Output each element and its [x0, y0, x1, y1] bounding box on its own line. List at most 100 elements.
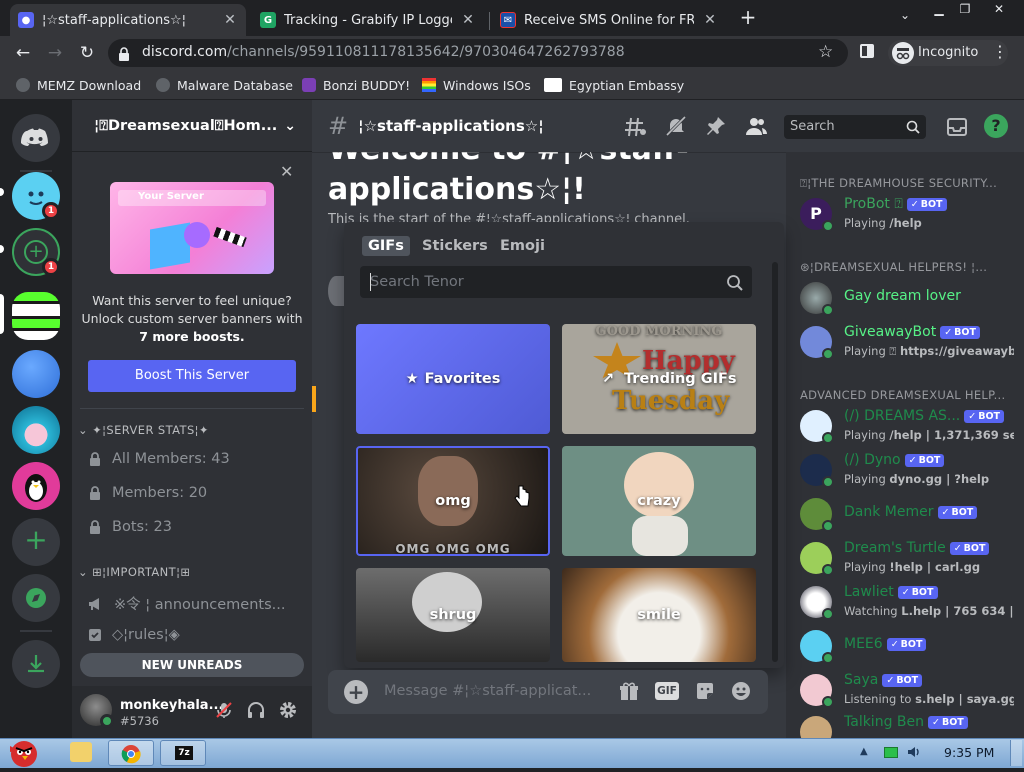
window-close-button[interactable]: ✕: [984, 0, 1014, 20]
notification-muted-icon[interactable]: [664, 114, 688, 138]
category-important[interactable]: ⌄ ⊞¦IMPORTANT¦⊞: [78, 565, 190, 579]
taskbar-7zip-button[interactable]: 7z: [160, 740, 206, 766]
gif-tile-shrug[interactable]: shrug: [356, 568, 550, 662]
upload-plus-button[interactable]: +: [344, 680, 368, 704]
bookmark-star-icon[interactable]: ☆: [818, 42, 833, 62]
server-header[interactable]: ¦⍰Dreamsexual⍰Hom... ⌄: [72, 100, 312, 152]
member-lawliet[interactable]: Lawliet ✓ BOT Watching L.help | 765 634 | …: [800, 582, 1020, 622]
pin-icon[interactable]: [704, 114, 728, 138]
member-giveawaybot[interactable]: GiveawayBot ✓ BOT Playing ⍰ https://giveaw…: [800, 322, 1020, 362]
gif-tile-smile[interactable]: smile: [562, 568, 756, 662]
member-mee6[interactable]: MEE6 ✓ BOT: [800, 626, 1020, 666]
online-status-dot: [822, 696, 834, 708]
tab-stickers[interactable]: Stickers: [416, 236, 494, 256]
kebab-menu-icon[interactable]: ⋮: [992, 42, 1008, 61]
emoji-icon[interactable]: [730, 680, 752, 702]
close-promo-icon[interactable]: ✕: [280, 162, 293, 181]
download-apps-button[interactable]: [12, 640, 60, 688]
gif-tile-favorites[interactable]: ★ Favorites: [356, 324, 550, 434]
close-icon[interactable]: ✕: [702, 12, 718, 28]
new-unreads-pill[interactable]: NEW UNREADS: [80, 653, 304, 677]
close-icon[interactable]: ✕: [460, 12, 476, 28]
category-server-stats[interactable]: ⌄ ✦¦SERVER STATS¦✦: [78, 423, 209, 437]
restore-button[interactable]: ❐: [950, 0, 980, 20]
tile-label: Trending GIFs: [624, 371, 737, 387]
taskbar-chrome-button[interactable]: [108, 740, 154, 766]
member-probot[interactable]: P ProBot ⍰ ✓ BOT Playing /help: [800, 194, 1020, 234]
reload-icon[interactable]: ↻: [74, 41, 100, 65]
server-icon-penguin[interactable]: [12, 462, 60, 510]
show-desktop-button[interactable]: [1010, 740, 1022, 766]
channel-all-members[interactable]: All Members: 43: [88, 451, 230, 467]
gif-button[interactable]: GIF: [655, 682, 679, 700]
bot-label: BOT: [911, 586, 934, 598]
bookmark-label: Malware Database: [177, 77, 293, 93]
search-icon[interactable]: [906, 119, 920, 134]
tab-gifs[interactable]: GIFs: [362, 236, 410, 256]
search-icon[interactable]: [726, 274, 744, 292]
volume-icon[interactable]: [906, 744, 922, 760]
channel-announcements[interactable]: ※令 ¦ announcements...: [88, 593, 285, 614]
forward-arrow-icon[interactable]: →: [42, 41, 68, 65]
member-gay-dream-lover[interactable]: Gay dream lover: [800, 278, 1020, 318]
browser-tab-discord[interactable]: ● ¦☆staff-applications☆¦ ✕: [10, 4, 246, 36]
message-input[interactable]: Message #¦☆staff-applicat...: [384, 683, 604, 699]
bookmark-memz[interactable]: MEMZ Download: [16, 76, 141, 94]
wix-icon: [544, 78, 562, 92]
member-group-advanced: ADVANCED DREAMSEXUAL HELP...: [800, 388, 1006, 402]
mute-microphone-icon[interactable]: [214, 700, 234, 720]
username[interactable]: monkeyhala...: [120, 698, 223, 713]
file-explorer-icon[interactable]: [70, 742, 92, 762]
server-icon-blue[interactable]: [12, 350, 60, 398]
penguin-icon: [25, 474, 47, 502]
channel-rules[interactable]: ◇¦rules¦◈: [88, 627, 180, 643]
tab-search-chevron-icon[interactable]: ⌄: [896, 8, 914, 26]
tab-title: Tracking - Grabify IP Logger &: [284, 12, 452, 28]
bookmark-egyptian-embassy[interactable]: Egyptian Embassy: [544, 76, 684, 94]
gear-icon[interactable]: [278, 700, 298, 720]
channel-bots[interactable]: Bots: 23: [88, 519, 172, 535]
back-arrow-icon[interactable]: ←: [10, 41, 36, 65]
member-saya[interactable]: Saya ✓ BOT Listening to s.help | saya.gg: [800, 670, 1020, 710]
member-dyno[interactable]: (/) Dyno ✓ BOT Playing dyno.gg | ?help: [800, 450, 1020, 490]
bookmark-malware-db[interactable]: Malware Database: [156, 76, 293, 94]
reading-list-icon[interactable]: [860, 44, 874, 58]
network-icon[interactable]: [884, 747, 898, 758]
close-icon[interactable]: ✕: [222, 12, 238, 28]
explore-servers-button[interactable]: [12, 574, 60, 622]
member-dank-memer[interactable]: Dank Memer ✓ BOT: [800, 494, 1020, 534]
bookmark-windows-isos[interactable]: Windows ISOs: [422, 76, 531, 94]
sticker-icon[interactable]: [694, 680, 716, 702]
browser-tab-sms[interactable]: ✉ Receive SMS Online for FREE | ✕: [492, 4, 726, 36]
tab-emoji[interactable]: Emoji: [494, 236, 551, 256]
headphones-icon[interactable]: [246, 700, 266, 720]
online-status-dot: [822, 608, 834, 620]
gif-tile-crazy[interactable]: crazy: [562, 446, 756, 556]
member-dreams-as[interactable]: (/) DREAMS AS... ✓ BOT Playing /help | 1,3…: [800, 406, 1020, 446]
server-icon-anime[interactable]: [12, 406, 60, 454]
server-icon-dreamsexual[interactable]: [12, 292, 60, 340]
boost-text-line1: Want this server to feel unique?: [92, 293, 292, 308]
start-button-angry-bird-icon[interactable]: [0, 734, 46, 768]
discord-home-button[interactable]: [12, 114, 60, 162]
gift-icon[interactable]: [618, 680, 640, 702]
member-list-icon[interactable]: [744, 114, 768, 138]
taskbar-clock[interactable]: 9:35 PM: [944, 745, 994, 760]
boost-server-button[interactable]: Boost This Server: [88, 360, 296, 392]
picker-scrollbar[interactable]: [772, 262, 778, 662]
channel-members[interactable]: Members: 20: [88, 485, 207, 501]
help-icon[interactable]: ?: [984, 114, 1008, 138]
channel-label: ◇¦rules¦◈: [112, 627, 180, 643]
show-hidden-icons-icon[interactable]: ▲: [860, 746, 868, 757]
lock-icon[interactable]: [118, 46, 130, 61]
add-server-button[interactable]: +: [12, 518, 60, 566]
member-dreams-turtle[interactable]: Dream's Turtle ✓ BOT Playing !help | carl.…: [800, 538, 1020, 578]
inbox-icon[interactable]: [946, 116, 968, 138]
bookmark-bonzi[interactable]: Bonzi BUDDY!: [302, 76, 410, 94]
new-tab-button[interactable]: +: [736, 6, 760, 30]
threads-icon[interactable]: [624, 116, 648, 138]
url-text[interactable]: discord.com/channels/959110811178135642/…: [142, 44, 625, 60]
member-talking-ben[interactable]: Talking Ben ✓ BOT: [800, 712, 1020, 738]
gif-tile-trending[interactable]: GOOD MORNING Happy Tuesday ↗ Trending GI…: [562, 324, 756, 434]
browser-tab-grabify[interactable]: G Tracking - Grabify IP Logger & ✕: [252, 4, 484, 36]
